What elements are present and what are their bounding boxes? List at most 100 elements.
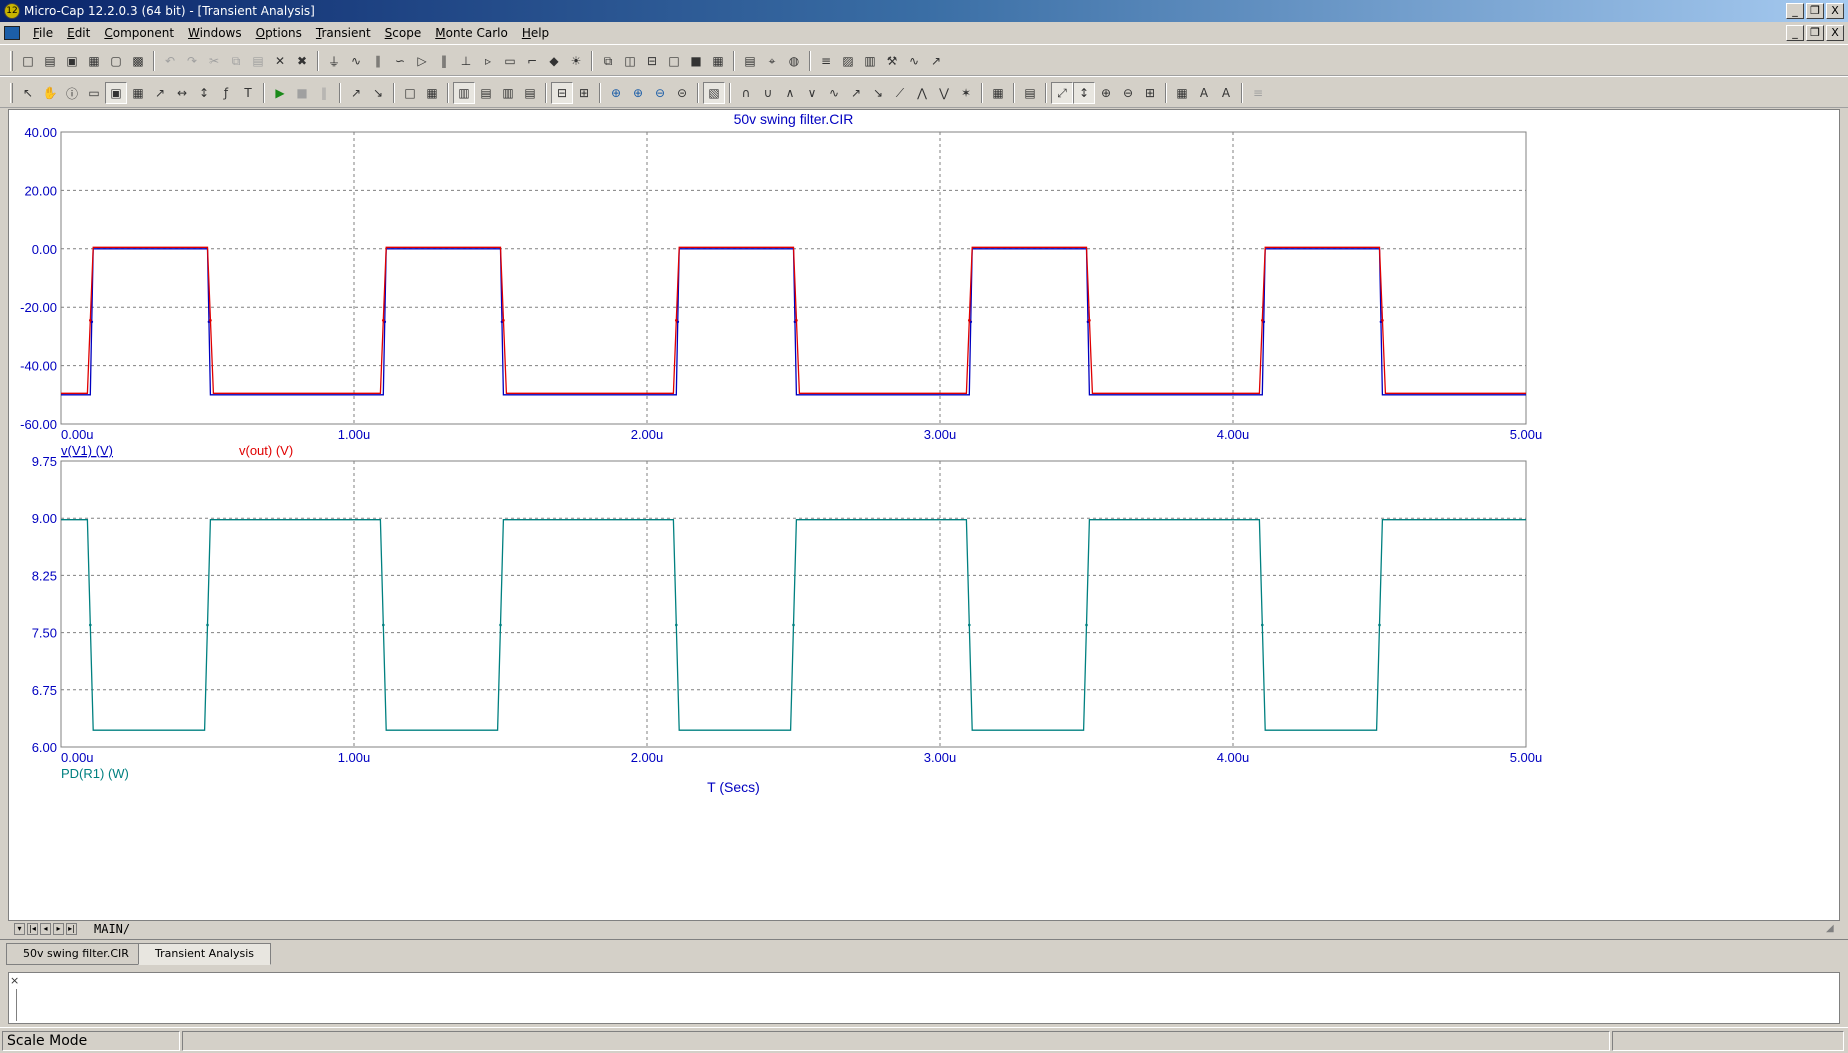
last-sheet-button[interactable]: ▸|	[66, 923, 77, 935]
text-icon[interactable]: T	[237, 82, 259, 104]
table-icon[interactable]: ▦	[987, 82, 1009, 104]
toolbar-grip[interactable]	[10, 83, 13, 103]
grid-icon[interactable]: ▦	[421, 82, 443, 104]
view3-icon[interactable]: ▥	[497, 82, 519, 104]
view4-icon[interactable]: ▤	[519, 82, 541, 104]
menu-help[interactable]: Help	[515, 26, 556, 40]
plot-icon[interactable]: ∿	[903, 50, 925, 72]
micro-cap-logo-icon[interactable]: 12	[4, 3, 20, 19]
open-file-icon[interactable]: ▤	[39, 50, 61, 72]
next-sheet-button[interactable]: ▸	[53, 923, 64, 935]
inflection-icon[interactable]: ∿	[823, 82, 845, 104]
box-icon[interactable]: □	[399, 82, 421, 104]
first-sheet-button[interactable]: |◂	[27, 923, 38, 935]
menu-scope[interactable]: Scope	[378, 26, 429, 40]
split-grid-icon[interactable]: ⊞	[573, 82, 595, 104]
waveform-icon[interactable]: ▧	[703, 82, 725, 104]
tile-horizontal-icon[interactable]: ⊟	[641, 50, 663, 72]
plot-canvas[interactable]: 50v swing filter.CIR 0.00u 1.00u 2.00u 3.00u…	[9, 110, 1839, 920]
minimize-button[interactable]: _	[1786, 3, 1804, 19]
high-icon[interactable]: ∧	[779, 82, 801, 104]
menu-options[interactable]: Options	[249, 26, 309, 40]
formula-icon[interactable]: ƒ	[215, 82, 237, 104]
opamp-icon[interactable]: ▹	[477, 50, 499, 72]
save-all-icon[interactable]: ▦	[83, 50, 105, 72]
ground-icon[interactable]: ⏚	[323, 50, 345, 72]
tab-transient-analysis[interactable]: Transient Analysis	[138, 943, 271, 965]
resize-grip-icon[interactable]: ◢	[1826, 924, 1838, 934]
view2-icon[interactable]: ▤	[475, 82, 497, 104]
zoom-back-icon[interactable]: ⊝	[671, 82, 693, 104]
globe-icon[interactable]: ◍	[783, 50, 805, 72]
maximize-icon[interactable]: ■	[685, 50, 707, 72]
output-icon[interactable]: ▨	[837, 50, 859, 72]
scale-y-icon[interactable]: ↕	[1073, 82, 1095, 104]
redo-icon[interactable]: ↷	[181, 50, 203, 72]
transistor-icon[interactable]: ⊥	[455, 50, 477, 72]
tile-vertical-icon[interactable]: ◫	[619, 50, 641, 72]
resistor-icon[interactable]: ∿	[345, 50, 367, 72]
mdi-minimize-button[interactable]: _	[1786, 25, 1804, 41]
falling-icon[interactable]: ↘	[867, 82, 889, 104]
calculator-icon[interactable]: ▦	[707, 50, 729, 72]
sheet-tab-main[interactable]: MAIN/	[94, 922, 130, 936]
select-arrow-icon[interactable]: ↖	[17, 82, 39, 104]
node-icon[interactable]: ◆	[543, 50, 565, 72]
paste-icon[interactable]: ▤	[247, 50, 269, 72]
zoom-in-2-icon[interactable]: ⊕	[1095, 82, 1117, 104]
save-icon[interactable]: ▣	[61, 50, 83, 72]
undo-icon[interactable]: ↶	[159, 50, 181, 72]
inductor-icon[interactable]: ∽	[389, 50, 411, 72]
slope-icon[interactable]: ⟋	[889, 82, 911, 104]
toolbar-grip[interactable]	[10, 51, 13, 71]
stepping-icon[interactable]: ≡	[815, 50, 837, 72]
pan-icon[interactable]: ✋	[39, 82, 61, 104]
cut-icon[interactable]: ✂	[203, 50, 225, 72]
peak-icon[interactable]: ∩	[735, 82, 757, 104]
menu-component[interactable]: Component	[97, 26, 181, 40]
switch-icon[interactable]: ⌐	[521, 50, 543, 72]
sheet-menu-button[interactable]: ▾	[14, 923, 25, 935]
battery-icon[interactable]: ‖	[433, 50, 455, 72]
scale-fit-icon[interactable]: ⤢	[1051, 82, 1073, 104]
split-horizontal-icon[interactable]: ⊟	[551, 82, 573, 104]
new-file-icon[interactable]: □	[17, 50, 39, 72]
schematic-icon[interactable]: ▤	[1019, 82, 1041, 104]
view1-icon[interactable]: ▥	[453, 82, 475, 104]
clear-icon[interactable]: ✕	[269, 50, 291, 72]
lamp-icon[interactable]: ☀	[565, 50, 587, 72]
cursor-icon[interactable]: ↗	[345, 82, 367, 104]
vertical-tag-icon[interactable]: ↕	[193, 82, 215, 104]
restore-button[interactable]: ❐	[1806, 3, 1824, 19]
menu-transient[interactable]: Transient	[309, 26, 378, 40]
notes-icon[interactable]: ▤	[739, 50, 761, 72]
horizontal-tag-icon[interactable]: ↔	[171, 82, 193, 104]
zoom-in-icon[interactable]: ⊕	[627, 82, 649, 104]
plot-window[interactable]: 50v swing filter.CIR 0.00u 1.00u 2.00u 3.00u…	[8, 109, 1840, 937]
scope-icon[interactable]: ▭	[83, 82, 105, 104]
align-icons[interactable]: ≡	[1247, 82, 1269, 104]
point-tag-icon[interactable]: ✶	[955, 82, 977, 104]
global-low-icon[interactable]: ⋁	[933, 82, 955, 104]
low-icon[interactable]: ∨	[801, 82, 823, 104]
cascade-icon[interactable]: ⧉	[597, 50, 619, 72]
menu-file[interactable]: File	[26, 26, 60, 40]
copy-icon[interactable]: ⧉	[225, 50, 247, 72]
style-icon[interactable]: A	[1215, 82, 1237, 104]
print-icon[interactable]: ▩	[127, 50, 149, 72]
info-icon[interactable]: ⓘ	[61, 82, 83, 104]
zoom-region-icon[interactable]: ⊞	[1139, 82, 1161, 104]
tag-icon[interactable]: ↗	[149, 82, 171, 104]
probe-icon[interactable]: ⌖	[761, 50, 783, 72]
zoom-out-icon[interactable]: ⊖	[649, 82, 671, 104]
rising-icon[interactable]: ↗	[845, 82, 867, 104]
mdi-restore-button[interactable]: ❐	[1806, 25, 1824, 41]
zoom-fit-icon[interactable]: ⊕	[605, 82, 627, 104]
font-icon[interactable]: A	[1193, 82, 1215, 104]
menu-windows[interactable]: Windows	[181, 26, 249, 40]
pause-icon[interactable]: ‖	[313, 82, 335, 104]
grid-layout-icon[interactable]: ▦	[1171, 82, 1193, 104]
gate-icon[interactable]: ▭	[499, 50, 521, 72]
window-icon[interactable]: □	[663, 50, 685, 72]
close-icon[interactable]: ×	[10, 975, 20, 987]
